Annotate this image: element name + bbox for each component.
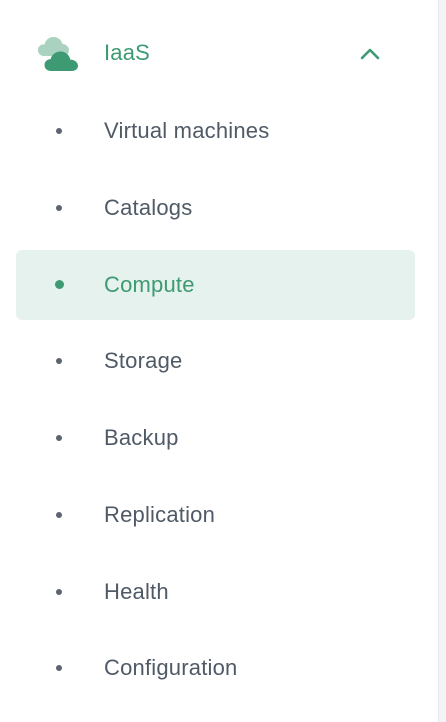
nav-item-label: Configuration — [104, 655, 238, 680]
nav-item-label: Health — [104, 579, 169, 604]
sidebar-nav: IaaS Virtual machines Catalogs Compute S… — [0, 0, 438, 722]
bullet-icon — [56, 358, 62, 364]
bullet-icon — [56, 128, 62, 134]
nav-item-health[interactable]: Health — [16, 557, 415, 627]
bullet-icon — [56, 435, 62, 441]
nav-item-configuration[interactable]: Configuration — [16, 633, 415, 703]
nav-item-replication[interactable]: Replication — [16, 480, 415, 550]
bullet-icon — [56, 665, 62, 671]
nav-item-virtual-machines[interactable]: Virtual machines — [16, 96, 415, 166]
bullet-icon — [56, 205, 62, 211]
nav-item-label: Catalogs — [104, 195, 193, 220]
nav-item-label: Compute — [104, 272, 195, 297]
cloud-icon — [38, 37, 78, 71]
nav-item-label: Virtual machines — [104, 118, 270, 143]
bullet-icon — [56, 589, 62, 595]
nav-item-backup[interactable]: Backup — [16, 403, 415, 473]
section-title: IaaS — [104, 40, 151, 65]
bullet-icon — [56, 512, 62, 518]
nav-item-catalogs[interactable]: Catalogs — [16, 173, 415, 243]
nav-item-label: Storage — [104, 348, 183, 373]
nav-item-label: Replication — [104, 502, 216, 527]
bullet-icon — [55, 280, 64, 289]
sidebar-divider — [438, 0, 446, 722]
nav-item-storage[interactable]: Storage — [16, 326, 415, 396]
nav-item-label: Backup — [104, 425, 179, 450]
iaas-section-toggle[interactable]: IaaS — [16, 28, 415, 80]
chevron-up-icon[interactable] — [358, 42, 382, 66]
nav-item-compute[interactable]: Compute — [16, 250, 415, 320]
